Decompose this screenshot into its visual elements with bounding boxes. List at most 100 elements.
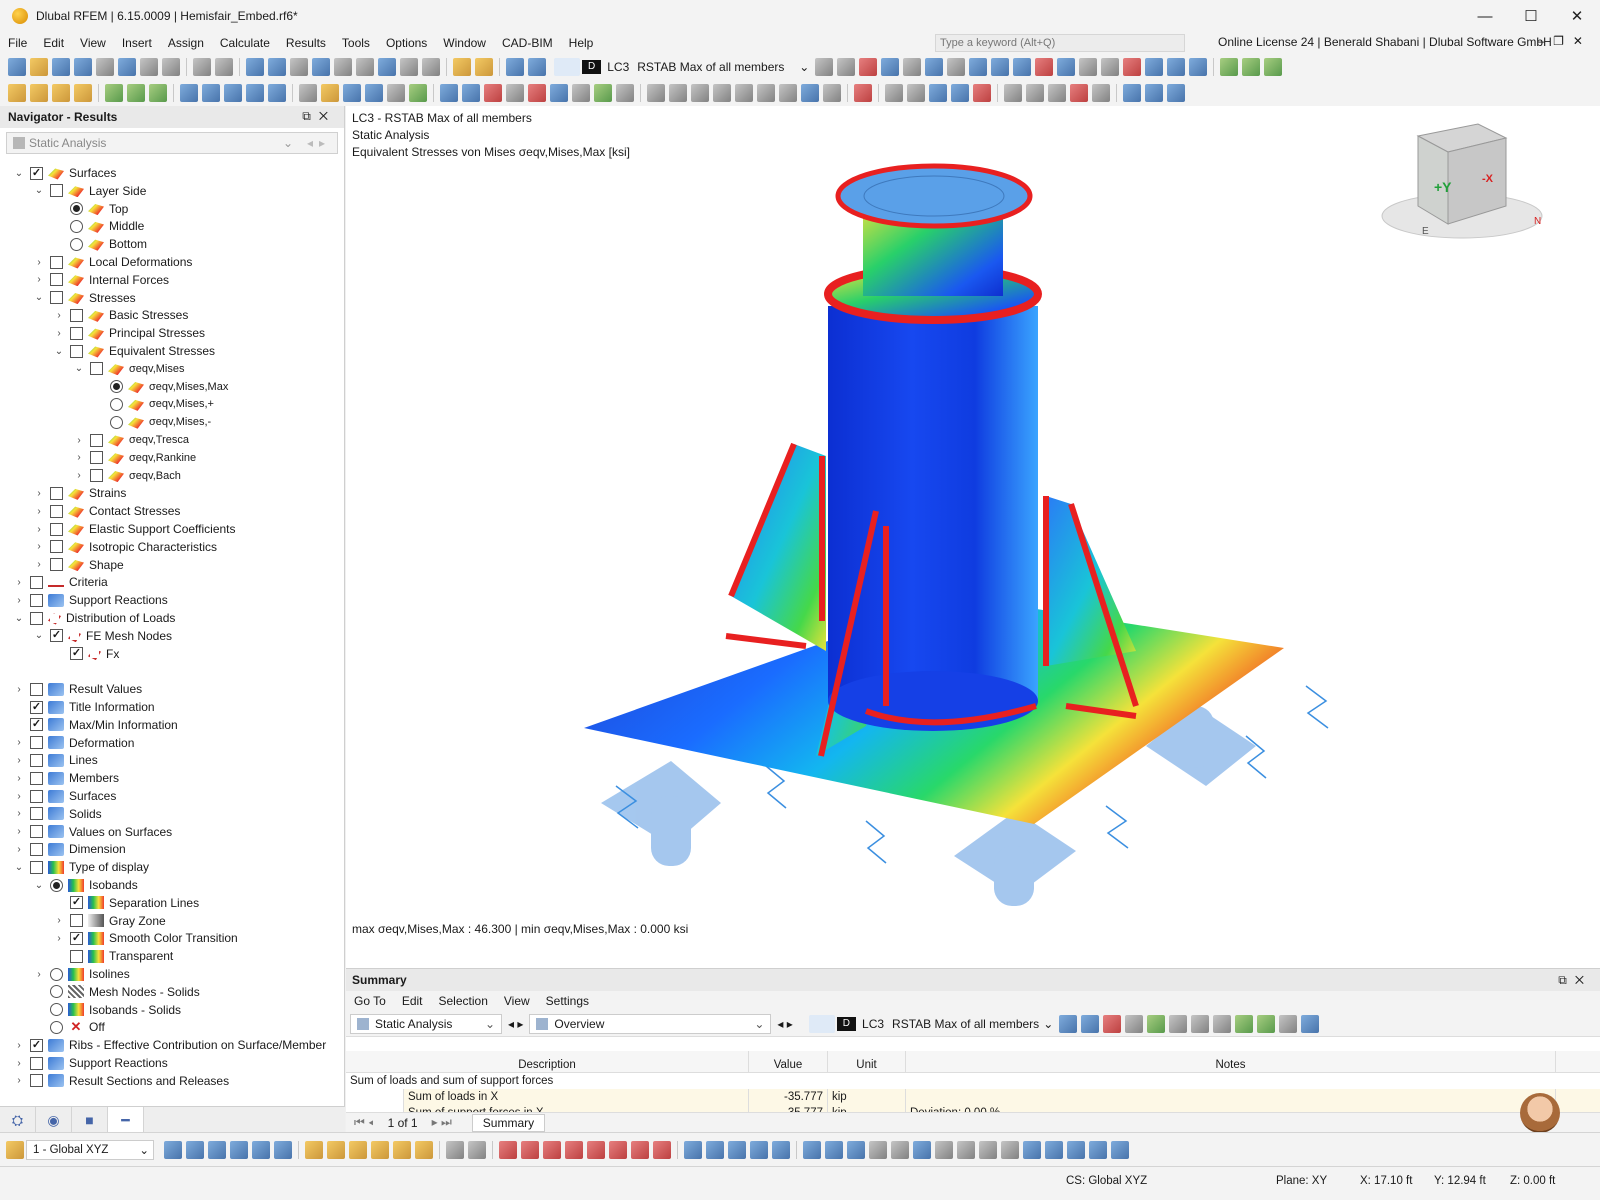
tree-checkbox[interactable]	[70, 896, 83, 910]
vt-20-icon[interactable]	[609, 1140, 627, 1159]
tree-item[interactable]: › Deformation	[12, 734, 134, 752]
snap-7-icon[interactable]	[825, 1140, 843, 1159]
tree-checkbox[interactable]	[50, 540, 63, 554]
bend-1-icon[interactable]	[647, 84, 665, 102]
snap-6-icon[interactable]	[803, 1140, 821, 1159]
tree-item[interactable]: Top	[52, 200, 128, 218]
vt-3-icon[interactable]	[208, 1140, 226, 1159]
chevron-right-icon[interactable]: ›	[12, 736, 26, 750]
tree-checkbox[interactable]	[50, 184, 63, 198]
table-row[interactable]: Sum of loads in X -35.777 kip	[346, 1089, 1600, 1105]
assistant-avatar[interactable]	[1520, 1093, 1560, 1133]
tree-radio[interactable]	[70, 219, 83, 233]
sum-tool-3-icon[interactable]	[1103, 1014, 1122, 1033]
support-line-icon[interactable]	[127, 84, 145, 102]
tree-item[interactable]: Title Information	[12, 698, 155, 716]
tree-checkbox[interactable]	[90, 433, 103, 447]
support-node-icon[interactable]	[105, 84, 123, 102]
result-values-icon[interactable]	[1035, 58, 1054, 76]
load-icon[interactable]	[409, 84, 427, 102]
axis-icon[interactable]	[290, 58, 308, 76]
cloud-icon[interactable]	[52, 58, 70, 76]
chevron-right-icon[interactable]: ›	[32, 255, 46, 269]
chevron-right-icon[interactable]: ›	[72, 451, 86, 465]
delete-icon[interactable]	[1123, 58, 1142, 76]
maximize-button[interactable]: ☐	[1508, 0, 1554, 32]
bend-5-icon[interactable]	[735, 84, 753, 102]
tree-icon[interactable]	[594, 84, 612, 102]
coordinate-system-dropdown[interactable]: 1 - Global XYZ ⌄	[26, 1139, 154, 1160]
menu-view[interactable]: View	[72, 36, 114, 50]
snap-2-icon[interactable]	[706, 1140, 724, 1159]
bend-9-icon[interactable]	[823, 84, 841, 102]
dimension-icon[interactable]	[475, 58, 493, 76]
tree-item[interactable]: › Solids	[12, 805, 101, 823]
node-icon[interactable]	[8, 84, 26, 102]
vt-15-icon[interactable]	[499, 1140, 517, 1159]
chevron-right-icon[interactable]: ›	[32, 486, 46, 500]
tree-radio[interactable]	[50, 1020, 63, 1034]
tree-radio[interactable]	[110, 397, 123, 411]
bend-3-icon[interactable]	[691, 84, 709, 102]
frame-icon[interactable]	[365, 84, 383, 102]
chevron-right-icon[interactable]: ›	[52, 308, 66, 322]
display-icon[interactable]	[969, 58, 988, 76]
vt-18-icon[interactable]	[565, 1140, 583, 1159]
tree-checkbox[interactable]	[30, 1074, 43, 1088]
menu-tools[interactable]: Tools	[334, 36, 378, 50]
next-lc-icon[interactable]	[837, 58, 856, 76]
menu-calculate[interactable]: Calculate	[212, 36, 278, 50]
bend-7-icon[interactable]	[779, 84, 797, 102]
sum-tool-2-icon[interactable]	[1081, 1014, 1100, 1033]
tree-item[interactable]: ⌄ Type of display	[12, 858, 149, 876]
vt-22-icon[interactable]	[653, 1140, 671, 1159]
sum-tool-1-icon[interactable]	[1059, 1014, 1078, 1033]
tree-item[interactable]: › Values on Surfaces	[12, 823, 172, 841]
views-tab-icon[interactable]: ■	[72, 1107, 108, 1133]
tree-item[interactable]: ⌄ FE Mesh Nodes	[32, 627, 172, 645]
vt-12-icon[interactable]	[415, 1140, 433, 1159]
filter-icon[interactable]	[1013, 58, 1032, 76]
tree-item[interactable]: Transparent	[52, 947, 173, 965]
snap-12-icon[interactable]	[935, 1140, 953, 1159]
color-scale-icon[interactable]	[854, 84, 872, 102]
render-icon[interactable]	[550, 84, 568, 102]
tree-checkbox[interactable]	[30, 860, 43, 874]
snap-18-icon[interactable]	[1067, 1140, 1085, 1159]
tree-item[interactable]: σeqv,Mises,+	[92, 395, 214, 413]
axis-x-icon[interactable]	[1220, 58, 1239, 76]
coord-icon[interactable]	[462, 84, 480, 102]
tree-item[interactable]: › Criteria	[12, 573, 107, 591]
tree-checkbox[interactable]	[30, 789, 43, 803]
tree-radio[interactable]	[70, 237, 83, 251]
chevron-down-icon[interactable]: ⌄	[52, 344, 66, 358]
tree-item[interactable]: ⌄ Stresses	[32, 289, 136, 307]
tree-checkbox[interactable]	[50, 504, 63, 518]
load-case-selector[interactable]: D LC3 RSTAB Max of all members ⌄	[552, 58, 809, 76]
first-page-icon[interactable]: ⏮ ◂	[354, 1115, 374, 1130]
next-arrow-icon[interactable]: ◂ ▸	[777, 1017, 792, 1031]
line-icon[interactable]	[30, 84, 48, 102]
tree-item[interactable]: σeqv,Mises,Max	[92, 378, 228, 396]
cube-icon[interactable]	[991, 58, 1010, 76]
chevron-right-icon[interactable]: ›	[32, 273, 46, 287]
analysis-type-dropdown[interactable]: Static Analysis ⌄ ◂▸	[6, 132, 338, 154]
tree-item[interactable]: › Isolines	[32, 965, 129, 983]
vt-1-icon[interactable]	[164, 1140, 182, 1159]
3d-viewport[interactable]: LC3 - RSTAB Max of all members Static An…	[346, 106, 1600, 968]
tree-item[interactable]: ⌄ Layer Side	[32, 182, 147, 200]
vt-6-icon[interactable]	[274, 1140, 292, 1159]
tree-checkbox[interactable]	[70, 914, 83, 928]
list-icon[interactable]	[400, 58, 418, 76]
snap-9-icon[interactable]	[869, 1140, 887, 1159]
vt-2-icon[interactable]	[186, 1140, 204, 1159]
mdi-controls[interactable]: –❐✕	[1538, 34, 1593, 48]
tree-item[interactable]: › Local Deformations	[32, 253, 192, 271]
snap-15-icon[interactable]	[1001, 1140, 1019, 1159]
results-icon[interactable]	[859, 58, 878, 76]
globe-icon[interactable]	[422, 58, 440, 76]
vt-5-icon[interactable]	[252, 1140, 270, 1159]
chevron-right-icon[interactable]: ›	[32, 540, 46, 554]
vt-14-icon[interactable]	[468, 1140, 486, 1159]
menu-help[interactable]: Help	[561, 36, 602, 50]
